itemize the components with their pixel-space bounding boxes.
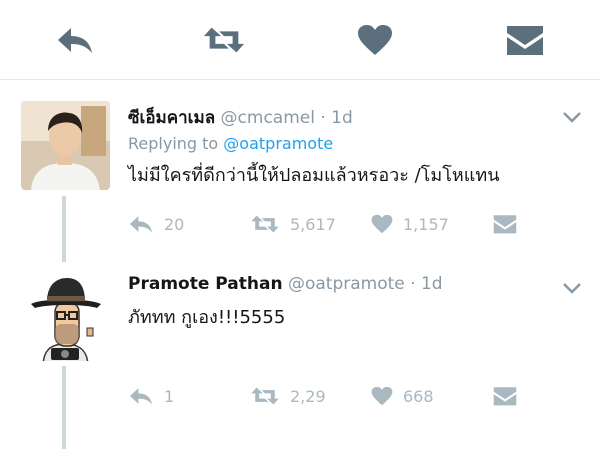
author-line: Pramote Pathan @oatpramote · 1d (128, 274, 443, 294)
replying-to-label: Replying to (128, 134, 219, 153)
envelope-icon (493, 215, 517, 234)
retweet-icon (251, 215, 279, 233)
tweet-text: ภัททท กูเอง!!!5555 (128, 307, 286, 328)
author-handle[interactable]: @oatpramote (288, 274, 405, 294)
chevron-down-icon[interactable] (562, 110, 582, 124)
retweet-button[interactable]: 2,29 (250, 381, 326, 411)
timestamp[interactable]: 1d (421, 274, 443, 294)
tweet-actions: 1 2,29 668 (0, 381, 600, 411)
dm-button[interactable] (493, 381, 517, 411)
like-count: 668 (403, 386, 434, 406)
replying-to: Replying to @oatpramote (128, 134, 333, 153)
retweet-icon[interactable] (202, 22, 246, 58)
dm-button[interactable] (493, 209, 517, 239)
heart-icon (371, 386, 393, 406)
heart-icon[interactable] (353, 22, 397, 58)
separator: · (410, 274, 416, 294)
like-button[interactable]: 1,157 (371, 209, 449, 239)
avatar[interactable] (21, 272, 110, 361)
reply-icon (129, 388, 153, 405)
like-button[interactable]: 668 (371, 381, 434, 411)
reply-count: 20 (164, 214, 185, 234)
tweet-text: ไม่มีใครที่ดีกว่านี้ให้ปลอมแล้วหรอวะ /โม… (128, 165, 500, 186)
tweet-action-bar (0, 0, 600, 80)
avatar[interactable] (21, 101, 110, 190)
mention-link[interactable]: @oatpramote (223, 134, 333, 153)
retweet-icon (251, 387, 279, 405)
heart-icon (371, 214, 393, 234)
author-line: ซีเอ็มคาเมล @cmcamel · 1d (128, 104, 353, 131)
thread-connector (62, 196, 66, 262)
envelope-icon (493, 387, 517, 406)
reply-icon[interactable] (53, 22, 97, 58)
author-name[interactable]: Pramote Pathan (128, 274, 283, 294)
envelope-icon[interactable] (503, 22, 547, 58)
separator: · (320, 108, 326, 128)
reply-button[interactable]: 1 (128, 381, 174, 411)
reply-icon (129, 216, 153, 233)
retweet-button[interactable]: 5,617 (250, 209, 336, 239)
author-handle[interactable]: @cmcamel (221, 108, 315, 128)
like-count: 1,157 (403, 214, 449, 234)
timestamp[interactable]: 1d (331, 108, 353, 128)
tweet-actions: 20 5,617 1,157 (0, 209, 600, 239)
retweet-count: 5,617 (290, 214, 336, 234)
reply-count: 1 (164, 386, 175, 406)
chevron-down-icon[interactable] (562, 281, 582, 295)
reply-button[interactable]: 20 (128, 209, 184, 239)
retweet-count: 2,29 (290, 386, 326, 406)
author-name[interactable]: ซีเอ็มคาเมล (128, 108, 215, 128)
